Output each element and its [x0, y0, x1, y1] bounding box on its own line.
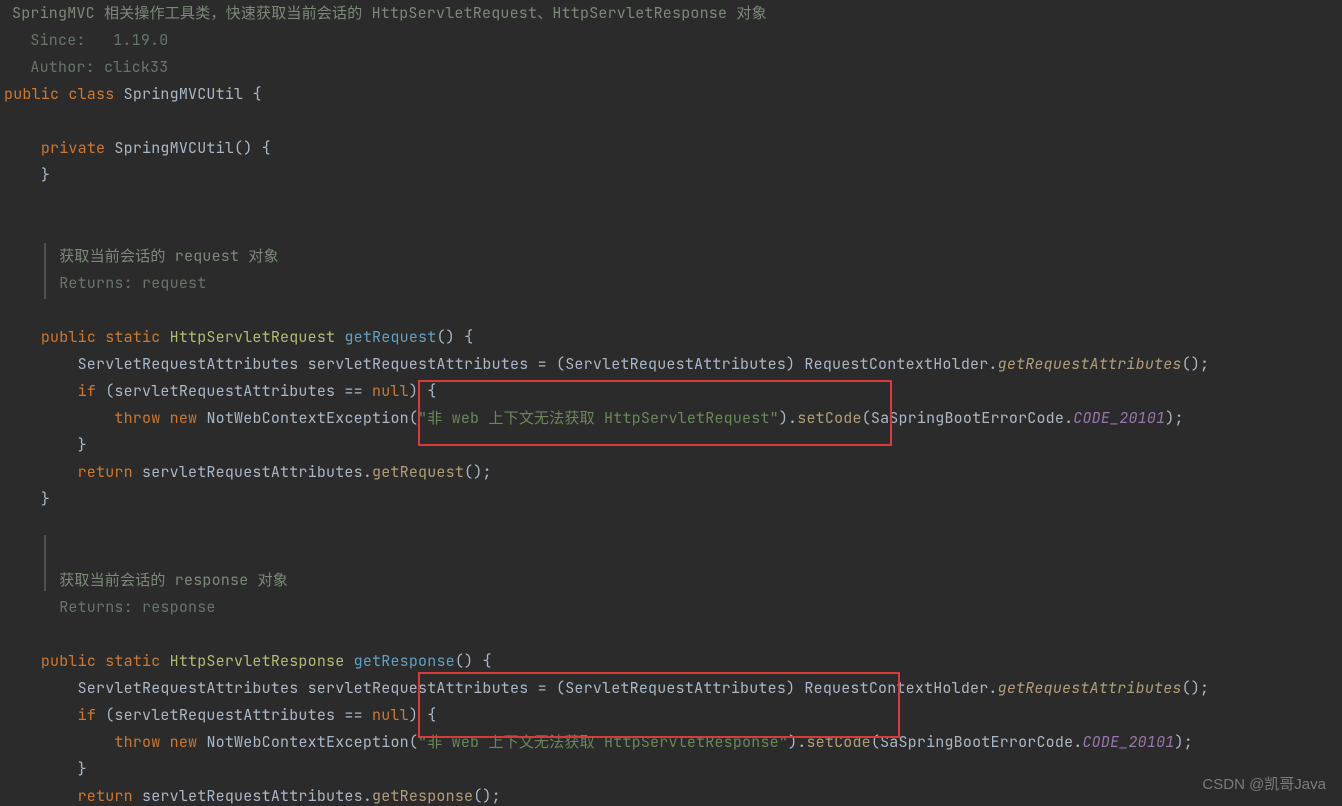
- setcode-call: setCode: [806, 732, 870, 752]
- req-doc-returns-value: request: [142, 273, 206, 293]
- brace-open: {: [252, 84, 261, 104]
- kw-return: return: [78, 462, 133, 482]
- kw-null: null: [372, 705, 409, 725]
- kw-null: null: [372, 381, 409, 401]
- req-doc-desc: 获取当前会话的 request 对象: [59, 246, 279, 266]
- kw-static: static: [105, 327, 160, 347]
- req-doc-returns-label: Returns:: [59, 273, 133, 293]
- method-brace: {: [482, 651, 491, 671]
- exc-close: ).: [788, 732, 806, 752]
- ret-type: HttpServletResponse: [170, 651, 345, 671]
- err-const: CODE_20101: [1082, 732, 1174, 752]
- method-close: }: [41, 489, 50, 509]
- exc-close: ).: [779, 408, 797, 428]
- res-attr-call: getRequestAttributes: [998, 678, 1182, 698]
- method-name-getresponse: getResponse: [354, 651, 455, 671]
- res-doc-desc: 获取当前会话的 response 对象: [59, 570, 288, 590]
- method-parens: (): [455, 651, 473, 671]
- req-attr-call: getRequestAttributes: [998, 354, 1182, 374]
- req-attr-tail: ();: [1182, 354, 1210, 374]
- setcode-open: (SaSpringBootErrorCode.: [871, 732, 1083, 752]
- if-close: }: [78, 759, 87, 779]
- code-editor[interactable]: SpringMVC 相关操作工具类，快速获取当前会话的 HttpServletR…: [0, 0, 1342, 806]
- kw-new: new: [170, 408, 198, 428]
- exc-string-res: "非 web 上下文无法获取 HttpServletResponse": [418, 732, 788, 752]
- exc-type: NotWebContextException: [206, 732, 408, 752]
- ret-type: HttpServletRequest: [170, 327, 336, 347]
- res-doc-returns-value: response: [142, 597, 216, 617]
- setcode-call: setCode: [797, 408, 861, 428]
- class-doc-desc: SpringMVC 相关操作工具类，快速获取当前会话的 HttpServletR…: [12, 3, 767, 23]
- ret-tail: ();: [464, 462, 492, 482]
- class-doc-author-label: Author:: [30, 57, 94, 77]
- doc-rail: [44, 535, 46, 591]
- kw-public: public: [41, 327, 96, 347]
- kw-throw: throw: [114, 408, 160, 428]
- res-attr-tail: ();: [1182, 678, 1210, 698]
- doc-rail: [44, 243, 46, 299]
- kw-public: public: [4, 84, 59, 104]
- ctor-brace: {: [262, 138, 271, 158]
- kw-private: private: [41, 138, 105, 158]
- res-attr-stmt: ServletRequestAttributes servletRequestA…: [78, 678, 998, 698]
- ret-tail: ();: [473, 786, 501, 806]
- class-name: SpringMVCUtil: [124, 84, 244, 104]
- method-name-getrequest: getRequest: [344, 327, 436, 347]
- exc-open: (: [409, 408, 418, 428]
- err-const: CODE_20101: [1073, 408, 1165, 428]
- req-attr-stmt: ServletRequestAttributes servletRequestA…: [78, 354, 998, 374]
- method-brace: {: [464, 327, 473, 347]
- ret-obj: servletRequestAttributes.: [142, 786, 372, 806]
- kw-new: new: [170, 732, 198, 752]
- if-cond-close: ) {: [409, 381, 437, 401]
- if-cond-open: (servletRequestAttributes ==: [105, 381, 372, 401]
- class-doc-since-label: Since:: [30, 30, 85, 50]
- exc-type: NotWebContextException: [206, 408, 408, 428]
- ret-call: getRequest: [372, 462, 464, 482]
- if-cond-close: ) {: [409, 705, 437, 725]
- method-parens: (): [436, 327, 454, 347]
- setcode-close: );: [1175, 732, 1193, 752]
- class-doc-author-value: click33: [104, 57, 168, 77]
- kw-if: if: [78, 705, 96, 725]
- setcode-close: );: [1165, 408, 1183, 428]
- ret-obj: servletRequestAttributes.: [142, 462, 372, 482]
- ctor-name: SpringMVCUtil: [114, 138, 234, 158]
- exc-string-req: "非 web 上下文无法获取 HttpServletRequest": [418, 408, 779, 428]
- exc-open: (: [409, 732, 418, 752]
- class-doc-since-value: 1.19.0: [113, 30, 168, 50]
- if-cond-open: (servletRequestAttributes ==: [105, 705, 372, 725]
- kw-return: return: [78, 786, 133, 806]
- if-close: }: [78, 435, 87, 455]
- kw-if: if: [78, 381, 96, 401]
- ctor-close: }: [41, 165, 50, 185]
- kw-throw: throw: [114, 732, 160, 752]
- setcode-open: (SaSpringBootErrorCode.: [862, 408, 1074, 428]
- res-doc-returns-label: Returns:: [59, 597, 133, 617]
- ret-call: getResponse: [372, 786, 473, 806]
- kw-static: static: [105, 651, 160, 671]
- kw-class: class: [68, 84, 114, 104]
- kw-public: public: [41, 651, 96, 671]
- ctor-parens: (): [234, 138, 252, 158]
